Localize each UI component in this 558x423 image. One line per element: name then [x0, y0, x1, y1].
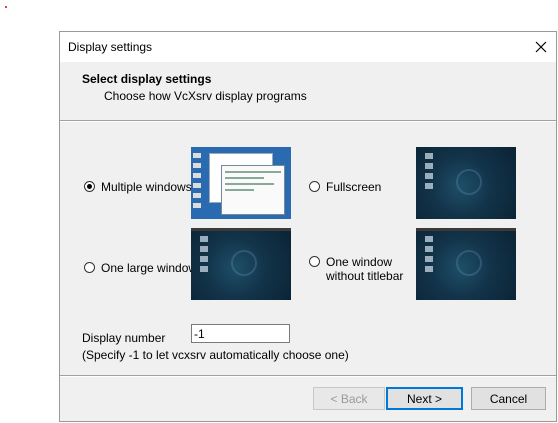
display-number-label: Display number: [82, 331, 166, 345]
next-button[interactable]: Next >: [386, 387, 463, 410]
window-title: Display settings: [68, 40, 153, 54]
option-label: One large window: [101, 261, 198, 275]
radio-one-large-window[interactable]: [84, 262, 95, 273]
option-label-line1: One window: [326, 255, 393, 269]
radio-one-window-no-titlebar[interactable]: [309, 256, 320, 267]
header-title: Select display settings: [82, 72, 212, 86]
preview-multiple-windows: [191, 147, 291, 219]
option-one-window-no-titlebar[interactable]: One window without titlebar: [309, 255, 403, 283]
close-icon: [535, 41, 547, 53]
footer-divider: [60, 375, 556, 377]
header-subtitle: Choose how VcXsrv display programs: [104, 89, 307, 103]
option-one-large-window[interactable]: One large window: [84, 261, 197, 275]
radio-multiple-windows[interactable]: [84, 181, 95, 192]
wizard-header: Select display settings Choose how VcXsr…: [60, 62, 556, 120]
preview-one-large-window: [191, 228, 291, 300]
option-fullscreen[interactable]: Fullscreen: [309, 180, 381, 194]
close-button[interactable]: [526, 32, 556, 62]
display-number-input[interactable]: [191, 324, 290, 343]
option-multiple-windows[interactable]: Multiple windows: [84, 180, 192, 194]
option-label-line2: without titlebar: [326, 269, 404, 283]
marker-dot: [5, 6, 7, 8]
title-bar: Display settings: [60, 32, 556, 62]
preview-fullscreen: [416, 147, 516, 219]
option-label: Fullscreen: [326, 180, 382, 194]
cancel-button[interactable]: Cancel: [471, 387, 546, 410]
dialog-window: Display settings Select display settings…: [59, 31, 557, 422]
preview-one-window-no-titlebar: [416, 228, 516, 300]
option-label: One window without titlebar: [326, 255, 403, 283]
back-button[interactable]: < Back: [313, 387, 385, 410]
display-number-hint: (Specify -1 to let vcxsrv automatically …: [82, 348, 349, 362]
options-panel: Multiple windows Fullscreen One large wi…: [60, 122, 556, 375]
option-label: Multiple windows: [101, 180, 192, 194]
radio-fullscreen[interactable]: [309, 181, 320, 192]
